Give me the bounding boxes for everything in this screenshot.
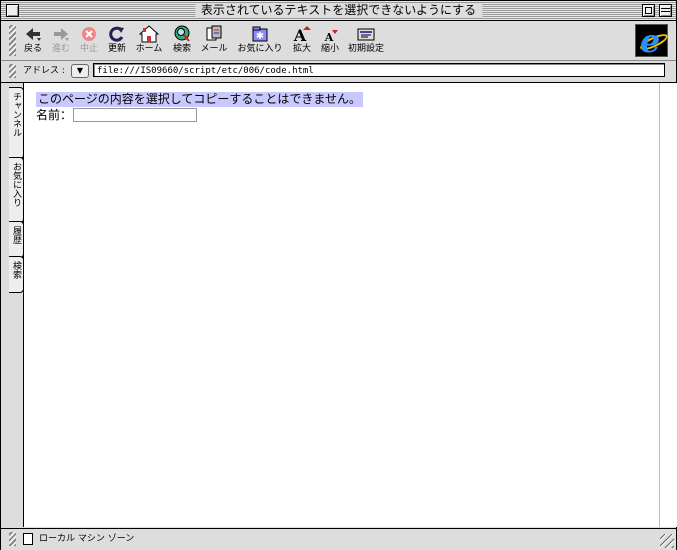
address-input[interactable]: file:///IS09660/script/etc/006/code.html (93, 63, 665, 77)
zoom-box-icon[interactable] (642, 4, 655, 17)
text-larger-icon: A (292, 25, 312, 45)
name-input[interactable] (73, 108, 197, 122)
back-arrow-icon (23, 25, 43, 43)
status-bar: ローカル マシン ゾーン (1, 528, 676, 550)
ie-logo-icon[interactable]: e (635, 22, 670, 60)
browser-window: 表示されているテキストを選択できないようにする 戻る 進む 中止 更新 ホーム … (0, 0, 677, 550)
mail-button[interactable]: メール (199, 25, 229, 57)
close-box-icon[interactable] (6, 4, 19, 17)
chevron-down-icon: ▼ (76, 66, 84, 75)
text-smaller-icon: A (320, 25, 340, 44)
toolbar: 戻る 進む 中止 更新 ホーム 検索 メール ✱ お気に入り A 拡大 A 縮小… (1, 21, 676, 61)
status-zone-text: ローカル マシン ゾーン (39, 534, 135, 544)
tab-search[interactable]: 検索 (9, 256, 24, 293)
status-grip-icon (9, 532, 16, 546)
text-larger-button[interactable]: A 拡大 (290, 25, 314, 57)
back-button[interactable]: 戻る (21, 25, 45, 57)
address-dropdown-button[interactable]: ▼ (71, 64, 89, 78)
resize-handle-icon[interactable] (660, 534, 674, 548)
search-globe-icon (172, 25, 192, 43)
address-label: アドレス : (23, 66, 65, 76)
address-bar: アドレス : ▼ file:///IS09660/script/etc/006/… (1, 61, 676, 83)
refresh-icon (107, 25, 127, 43)
forward-arrow-icon (51, 25, 71, 43)
favorites-icon: ✱ (250, 25, 270, 43)
title-bar[interactable]: 表示されているテキストを選択できないようにする (1, 1, 676, 21)
tab-history[interactable]: 履歴 (9, 221, 24, 258)
toolbar-grip-icon[interactable] (9, 25, 16, 56)
preferences-icon (356, 25, 376, 43)
collapse-box-icon[interactable] (659, 4, 672, 17)
home-icon (138, 25, 160, 43)
text-smaller-button[interactable]: A 縮小 (318, 25, 342, 57)
stop-icon (79, 25, 99, 43)
search-button[interactable]: 検索 (169, 25, 195, 57)
refresh-button[interactable]: 更新 (105, 25, 129, 57)
mail-icon (204, 25, 224, 43)
stop-button[interactable]: 中止 (77, 25, 101, 57)
home-button[interactable]: ホーム (134, 25, 164, 57)
notice-text: このページの内容を選択してコピーすることはできません。 (36, 92, 364, 107)
forward-button[interactable]: 進む (49, 25, 73, 57)
preferences-button[interactable]: 初期設定 (347, 25, 385, 57)
security-zone-icon (23, 533, 33, 545)
svg-text:A: A (324, 31, 334, 43)
scrollbar-area[interactable] (659, 83, 677, 527)
favorites-button[interactable]: ✱ お気に入り (236, 25, 284, 57)
page-content: このページの内容を選択してコピーすることはできません。 名前： (23, 83, 660, 527)
window-title: 表示されているテキストを選択できないようにする (194, 3, 483, 18)
name-label: 名前： (36, 108, 73, 122)
tab-favorites[interactable]: お気に入り (9, 157, 24, 223)
address-grip-icon[interactable] (9, 64, 16, 78)
tab-channels[interactable]: チャンネル (9, 87, 24, 159)
svg-text:✱: ✱ (256, 31, 264, 42)
